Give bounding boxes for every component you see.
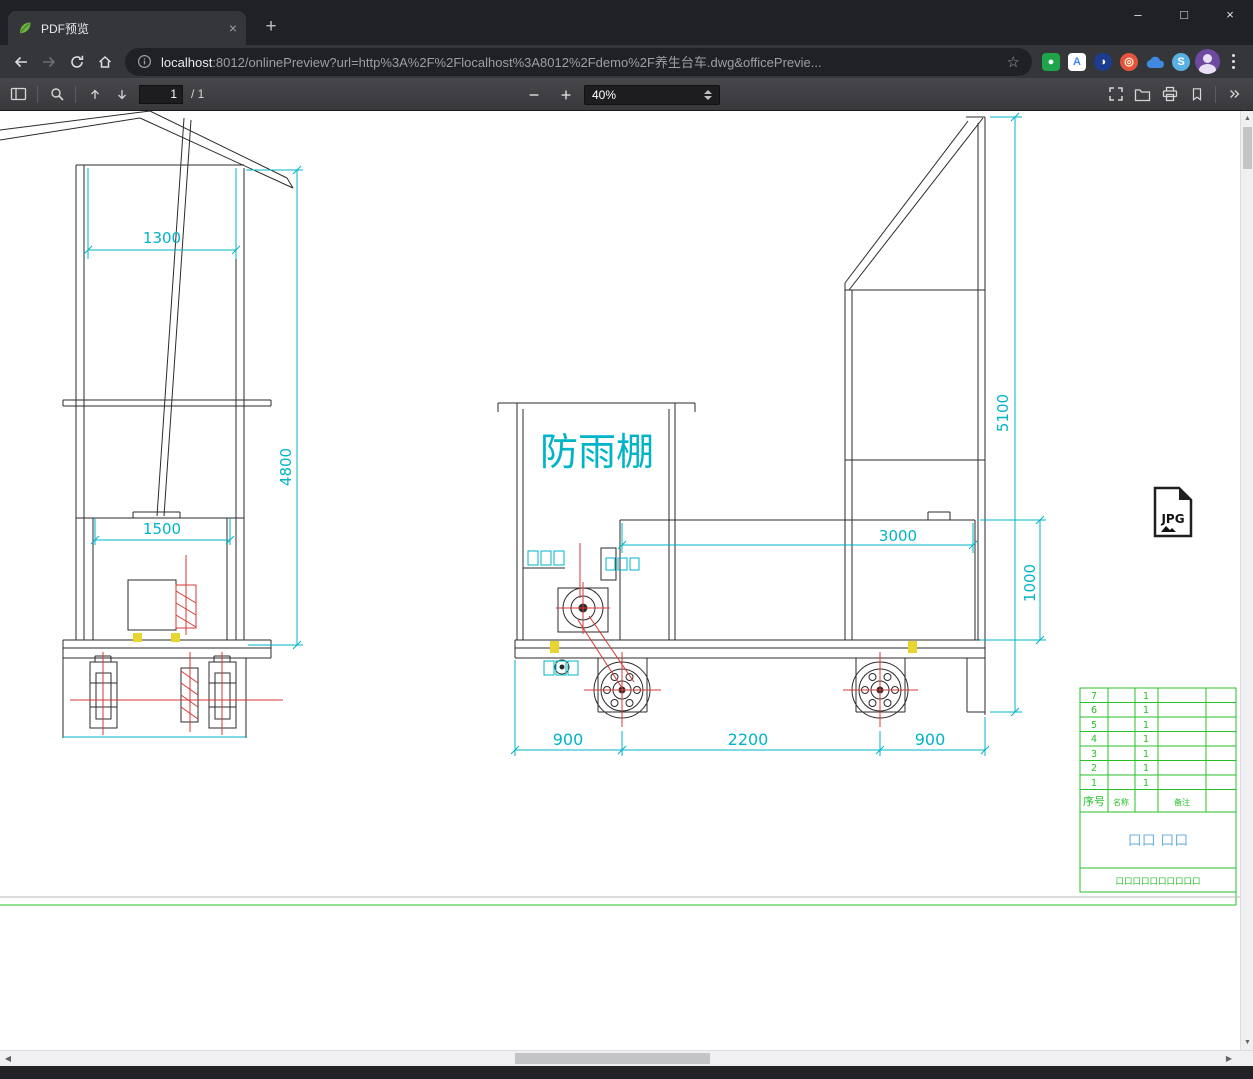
url-path: :8012/onlinePreview?url=http%3A%2F%2Floc… — [212, 55, 822, 70]
front-elevation-view — [0, 111, 294, 738]
row-number: 6 — [1091, 705, 1097, 716]
pdf-toolbar-right — [1102, 81, 1248, 107]
open-file-icon[interactable] — [1129, 81, 1156, 107]
pdf-page: 1300 4800 1500 5100 3000 1000 900 2200 9… — [0, 111, 1253, 1050]
titlebar: PDF预览 × + – □ × — [0, 0, 1253, 45]
tab-title: PDF预览 — [41, 21, 90, 36]
browser-tab[interactable]: PDF预览 × — [8, 11, 246, 45]
dim-span-mid: 2200 — [728, 730, 769, 749]
row-qty: 1 — [1143, 763, 1149, 774]
row-qty: 1 — [1143, 720, 1149, 731]
close-button[interactable]: × — [1207, 0, 1253, 31]
jpg-label: JPG — [1160, 512, 1184, 526]
header-index: 序号 — [1083, 794, 1105, 808]
browser-window: PDF预览 × + – □ × localhost:8012/onlinePre… — [0, 0, 1253, 1079]
horizontal-scroll-thumb[interactable] — [515, 1053, 710, 1064]
pdf-toolbar: / 1 40% — [0, 78, 1253, 111]
scroll-right-icon[interactable]: ▶ — [1221, 1051, 1237, 1066]
url-host: localhost — [161, 55, 213, 70]
browser-toolbar: localhost:8012/onlinePreview?url=http%3A… — [0, 45, 1253, 78]
row-number: 3 — [1091, 749, 1097, 760]
browser-menu-icon[interactable] — [1220, 48, 1246, 76]
dim-front-width-top: 1300 — [143, 229, 181, 247]
extension-icon-cloud[interactable] — [1142, 48, 1168, 76]
row-qty: 1 — [1143, 705, 1149, 716]
print-icon[interactable] — [1156, 81, 1183, 107]
row-number: 2 — [1091, 763, 1097, 774]
next-page-icon[interactable] — [108, 81, 135, 107]
dim-span-right: 900 — [915, 730, 946, 749]
maximize-button[interactable]: □ — [1161, 0, 1207, 31]
scrollbar-corner — [1240, 1051, 1253, 1066]
back-button[interactable] — [7, 48, 35, 76]
avatar — [1194, 49, 1220, 74]
forward-button[interactable] — [35, 48, 63, 76]
minimize-button[interactable]: – — [1115, 0, 1161, 31]
profile-avatar[interactable] — [1194, 48, 1220, 76]
bookmark-icon[interactable] — [1183, 81, 1210, 107]
zoom-in-icon[interactable] — [552, 82, 579, 108]
header-name: 名称 — [1113, 797, 1129, 807]
dim-span-left: 900 — [553, 730, 584, 749]
dim-body-height: 1000 — [1021, 564, 1039, 602]
highlight-pads — [133, 633, 917, 653]
row-number: 5 — [1091, 720, 1097, 731]
row-number: 4 — [1091, 734, 1097, 745]
scroll-up-icon[interactable]: ▲ — [1241, 115, 1253, 122]
page-count-label: / 1 — [191, 87, 205, 101]
url-text: localhost:8012/onlinePreview?url=http%3A… — [161, 52, 998, 71]
extension-icon-3[interactable]: ◎ — [1116, 48, 1142, 76]
dim-front-width-mid: 1500 — [143, 520, 181, 538]
horizontal-scrollbar[interactable]: ◀ ▶ — [0, 1050, 1253, 1066]
site-info-icon[interactable] — [137, 54, 152, 69]
tab-favicon-leaf-icon — [20, 22, 31, 34]
extension-icon-2[interactable]: ◑ — [1090, 48, 1116, 76]
scroll-down-icon[interactable]: ▼ — [1241, 1039, 1253, 1046]
dim-front-height: 4800 — [277, 448, 295, 486]
extension-icon-4[interactable]: S — [1168, 48, 1194, 76]
header-remark: 备注 — [1174, 797, 1190, 807]
row-qty: 1 — [1143, 778, 1149, 789]
rain-shelter-label: 防雨棚 — [540, 430, 654, 474]
row-qty: 1 — [1143, 749, 1149, 760]
scroll-left-icon[interactable]: ◀ — [0, 1051, 16, 1066]
page-number-input[interactable] — [139, 84, 183, 104]
row-qty: 1 — [1143, 734, 1149, 745]
row-number: 7 — [1091, 691, 1097, 702]
window-controls: – □ × — [1115, 0, 1253, 31]
vertical-scrollbar[interactable]: ▲ ▼ — [1240, 111, 1253, 1050]
centerlines — [70, 543, 918, 735]
new-tab-button[interactable]: + — [258, 14, 284, 40]
extension-icon-1[interactable]: ● — [1038, 48, 1064, 76]
jpg-image-placeholder-icon: JPG — [1153, 486, 1193, 538]
zoom-level-value: 40% — [592, 87, 617, 102]
reload-button[interactable] — [63, 48, 91, 76]
zoom-controls: 40% — [520, 78, 720, 111]
side-elevation-view — [497, 116, 986, 719]
zoom-out-icon[interactable] — [520, 82, 547, 108]
title-block-footer: 口口口口口口口口口口 — [1115, 877, 1200, 887]
sidebar-toggle-icon[interactable] — [5, 81, 32, 107]
previous-page-icon[interactable] — [81, 81, 108, 107]
row-number: 1 — [1091, 778, 1097, 789]
more-tools-icon[interactable] — [1221, 81, 1248, 107]
dim-side-height: 5100 — [994, 394, 1012, 432]
zoom-level-select[interactable]: 40% — [584, 84, 720, 105]
window-bottom-edge — [0, 1066, 1253, 1079]
extension-icon-translate[interactable]: A — [1064, 48, 1090, 76]
dim-body-length: 3000 — [879, 527, 917, 545]
title-block-table: 7 6 5 4 3 2 1 1 1 1 1 1 1 1 序号 名称 备注 口口 … — [0, 687, 1240, 906]
vertical-scroll-thumb[interactable] — [1243, 127, 1252, 169]
tab-close-icon[interactable]: × — [229, 21, 237, 35]
search-icon[interactable] — [43, 81, 70, 107]
title-block-drawing-title: 口口 口口 — [1128, 833, 1188, 849]
address-bar[interactable]: localhost:8012/onlinePreview?url=http%3A… — [125, 47, 1032, 76]
cad-drawing: 1300 4800 1500 5100 3000 1000 900 2200 9… — [0, 111, 1240, 906]
bookmark-star-icon[interactable]: ☆ — [1007, 53, 1020, 71]
home-button[interactable] — [91, 48, 119, 76]
presentation-mode-icon[interactable] — [1102, 81, 1129, 107]
select-spinner-icon — [704, 89, 712, 100]
row-qty: 1 — [1143, 691, 1149, 702]
